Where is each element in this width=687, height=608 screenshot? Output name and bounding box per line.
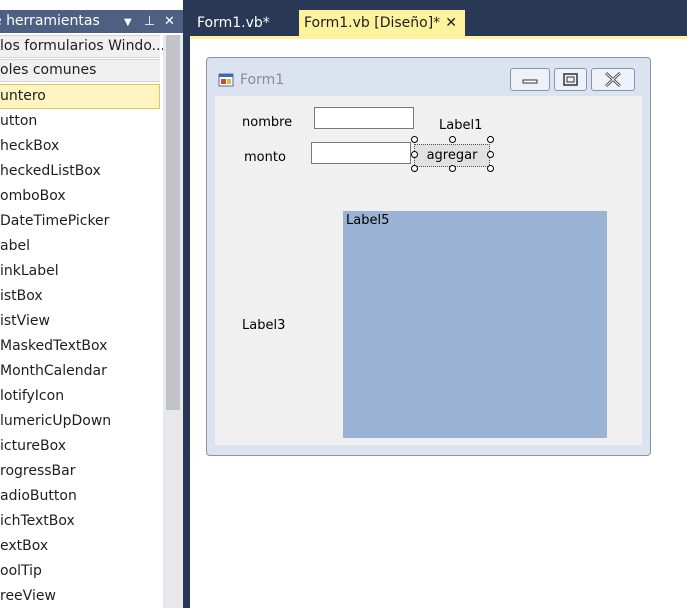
- toolbox-title: e herramientas: [0, 13, 100, 29]
- label5-text: Label5: [346, 213, 390, 228]
- toolbox-list: los formularios Windo... oles comunes un…: [0, 35, 165, 608]
- resize-handle[interactable]: [449, 136, 456, 143]
- minimize-icon: [522, 79, 538, 84]
- toolbox-item-combobox[interactable]: omboBox: [0, 184, 160, 209]
- form-title: Form1: [240, 72, 285, 88]
- resize-handle[interactable]: [487, 151, 494, 158]
- toolbox-item-listbox[interactable]: istBox: [0, 284, 160, 309]
- toolbox-item-datetimepicker[interactable]: DateTimePicker: [0, 209, 160, 234]
- designed-form-window[interactable]: Form1 nombre Label1 monto agregar Label3…: [206, 57, 651, 456]
- toolbox-item-maskedtextbox[interactable]: MaskedTextBox: [0, 334, 160, 359]
- form-client-area[interactable]: nombre Label1 monto agregar Label3 Label…: [215, 96, 642, 445]
- toolbox-item-button[interactable]: utton: [0, 109, 160, 134]
- toolbox-item-checkbox[interactable]: heckBox: [0, 134, 160, 159]
- label-nombre[interactable]: nombre: [242, 115, 292, 130]
- toolbox-item-linklabel[interactable]: inkLabel: [0, 259, 160, 284]
- textbox-monto[interactable]: [311, 142, 411, 164]
- resize-handle[interactable]: [411, 151, 418, 158]
- pin-icon[interactable]: ⊥: [144, 10, 155, 33]
- resize-handle[interactable]: [411, 136, 418, 143]
- toolbox-item-richtextbox[interactable]: ichTextBox: [0, 509, 160, 534]
- toolbox-item-treeview[interactable]: reeView: [0, 584, 160, 608]
- toolbox-title-bar: e herramientas ▼ ⊥ ✕: [0, 10, 183, 33]
- toolbox-item-checkedlistbox[interactable]: heckedListBox: [0, 159, 160, 184]
- toolbox-item-picturebox[interactable]: ictureBox: [0, 434, 160, 459]
- toolbox-item-progressbar[interactable]: rogressBar: [0, 459, 160, 484]
- maximize-icon: [563, 73, 578, 86]
- label3[interactable]: Label3: [242, 318, 285, 333]
- label5[interactable]: Label5: [343, 211, 607, 438]
- toolbox-group-common-controls[interactable]: oles comunes: [0, 59, 160, 82]
- close-window-icon: [605, 72, 621, 87]
- design-surface[interactable]: Form1 nombre Label1 monto agregar Label3…: [190, 39, 687, 608]
- toolbox-item-monthcalendar[interactable]: MonthCalendar: [0, 359, 160, 384]
- toolbox-item-listview[interactable]: istView: [0, 309, 160, 334]
- document-tab-bar: Form1.vb* Form1.vb [Diseño]* ✕: [190, 0, 687, 39]
- tab-form1-code[interactable]: Form1.vb*: [193, 10, 293, 37]
- close-button[interactable]: [591, 68, 635, 91]
- editor-area: Form1.vb* Form1.vb [Diseño]* ✕ Form1 nom…: [190, 0, 687, 608]
- minimize-button[interactable]: [510, 68, 550, 91]
- toolbox-item-notifyicon[interactable]: lotifyIcon: [0, 384, 160, 409]
- toolbox-panel: e herramientas ▼ ⊥ ✕ los formularios Win…: [0, 0, 183, 608]
- label-monto[interactable]: monto: [244, 150, 286, 165]
- toolbox-item-numericupdown[interactable]: lumericUpDown: [0, 409, 160, 434]
- resize-handle[interactable]: [449, 165, 456, 172]
- toolbox-scrollbar-thumb[interactable]: [166, 35, 180, 410]
- toolbox-item-radiobutton[interactable]: adioButton: [0, 484, 160, 509]
- dropdown-icon[interactable]: ▼: [124, 11, 132, 34]
- close-tab-icon[interactable]: ✕: [445, 10, 457, 37]
- resize-handle[interactable]: [487, 136, 494, 143]
- toolbox-item-label[interactable]: abel: [0, 234, 160, 259]
- agregar-button[interactable]: agregar: [414, 144, 490, 167]
- toolbox-scrollbar[interactable]: [163, 35, 183, 608]
- form-app-icon: [218, 73, 234, 87]
- textbox-nombre[interactable]: [314, 107, 414, 129]
- tab-form1-design[interactable]: Form1.vb [Diseño]* ✕: [299, 10, 465, 37]
- toolbox-item-textbox[interactable]: extBox: [0, 534, 160, 559]
- tab-label: Form1.vb [Diseño]*: [304, 15, 441, 31]
- tab-label: Form1.vb*: [197, 15, 270, 31]
- label1[interactable]: Label1: [439, 118, 482, 133]
- close-icon[interactable]: ✕: [164, 10, 175, 33]
- resize-handle[interactable]: [411, 165, 418, 172]
- resize-handle[interactable]: [487, 165, 494, 172]
- maximize-button[interactable]: [554, 68, 587, 91]
- toolbox-item-tooltip[interactable]: oolTip: [0, 559, 160, 584]
- toolbox-item-pointer[interactable]: untero: [0, 84, 160, 109]
- toolbox-group-all-forms[interactable]: los formularios Windo...: [0, 35, 165, 58]
